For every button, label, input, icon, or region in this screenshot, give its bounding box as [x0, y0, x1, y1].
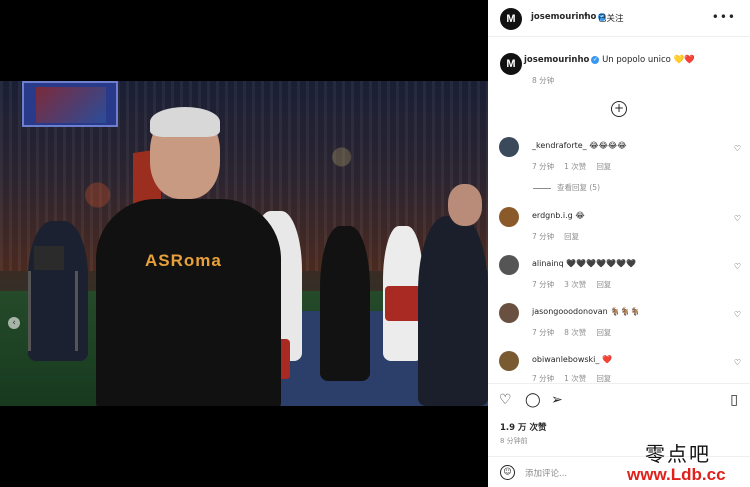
comment-body: 😂 [575, 211, 585, 220]
add-comment-input[interactable]: 添加评论... [525, 467, 567, 479]
comment-username[interactable]: erdgnb.i.g [532, 211, 573, 220]
comment-text: jasongooodonovan 🐐🐐🐐 [532, 307, 640, 316]
share-icon[interactable]: ➢ [551, 392, 563, 408]
comment-likes[interactable]: 1 次赞 [564, 162, 586, 171]
avatar[interactable] [499, 207, 519, 227]
comment-username[interactable]: obiwanlebowski_ [532, 355, 599, 364]
more-options-icon[interactable]: ••• [712, 10, 736, 24]
caption: josemourinho ✓ Un popolo unico 💛❤️ [524, 55, 695, 65]
reply-button[interactable]: 回复 [564, 232, 579, 241]
caption-username[interactable]: josemourinho [524, 55, 589, 65]
comment-text: obiwanlebowski_ ❤️ [532, 355, 612, 364]
watermark-line2: www.Ldb.cc [627, 465, 726, 484]
avatar[interactable]: M [500, 8, 522, 30]
verified-icon: ✓ [591, 55, 600, 64]
caption-body: Un popolo unico 💛❤️ [602, 55, 695, 65]
view-replies[interactable]: 查看回复 (5) [533, 182, 600, 193]
comment-text: alinainq 🖤🖤🖤🖤🖤🖤🖤 [532, 259, 636, 268]
heart-icon[interactable]: ♡ [734, 358, 741, 367]
reply-button[interactable]: 回复 [596, 374, 611, 383]
reply-button[interactable]: 回复 [596, 328, 611, 337]
comment-time: 7 分钟 [532, 232, 555, 241]
player-shorts [385, 286, 421, 321]
likes-count[interactable]: 1.9 万 次赞 [500, 421, 546, 433]
carousel-prev-icon[interactable]: ‹ [8, 317, 20, 329]
heart-icon[interactable]: ♡ [734, 144, 741, 153]
shirt-text: ASRoma [145, 251, 222, 270]
list-item: _kendraforte_ 😂😂😂😂 7 分钟 1 次赞 回复 ♡ [488, 137, 750, 177]
list-item: jasongooodonovan 🐐🐐🐐 7 分钟 8 次赞 回复 ♡ [488, 303, 750, 343]
comment-meta: 7 分钟 8 次赞 回复 [532, 327, 621, 338]
comment-body: 😂😂😂😂 [589, 141, 627, 150]
post-panel: M josemourinho ✓ • 已关注 ••• M josemourinho… [488, 0, 750, 487]
reply-button[interactable]: 回复 [596, 280, 611, 289]
coach-hair [150, 107, 220, 137]
bookmark-icon[interactable]: ▯ [730, 392, 738, 408]
staff-head [448, 184, 482, 226]
heart-icon[interactable]: ♡ [499, 392, 512, 408]
post-header: M josemourinho ✓ • 已关注 ••• [488, 0, 750, 37]
heart-icon[interactable]: ♡ [734, 262, 741, 271]
comment-username[interactable]: _kendraforte_ [532, 141, 587, 150]
comment-meta: 7 分钟 3 次赞 回复 [532, 279, 621, 290]
camera [34, 246, 64, 270]
post-photo[interactable]: ASRoma ‹ [0, 81, 488, 406]
comment-body: 🐐🐐🐐 [610, 307, 641, 316]
avatar[interactable] [499, 255, 519, 275]
avatar[interactable] [499, 303, 519, 323]
avatar[interactable] [499, 137, 519, 157]
scoreboard [22, 81, 118, 127]
username[interactable]: josemourinho ✓ [531, 12, 607, 22]
caption-avatar[interactable]: M [500, 53, 522, 75]
reply-button[interactable]: 回复 [596, 162, 611, 171]
coach [96, 199, 281, 406]
emoji-icon[interactable]: ☺ [500, 465, 515, 480]
staff-member [418, 216, 488, 406]
comment-meta: 7 分钟 回复 [532, 231, 589, 242]
list-item: erdgnb.i.g 😂 7 分钟 回复 ♡ [488, 207, 750, 247]
comment-body: ❤️ [601, 355, 612, 364]
view-replies-label[interactable]: 查看回复 (5) [557, 183, 600, 192]
comment-username[interactable]: alinainq [532, 259, 564, 268]
comment-time: 7 分钟 [532, 328, 555, 337]
caption-time: 8 分钟 [532, 76, 555, 85]
list-item: alinainq 🖤🖤🖤🖤🖤🖤🖤 7 分钟 3 次赞 回复 ♡ [488, 255, 750, 295]
comment-time: 7 分钟 [532, 374, 555, 383]
comment-icon[interactable]: ◯ [525, 392, 541, 408]
watermark-line1: 零点吧 [645, 442, 711, 466]
comment-text: _kendraforte_ 😂😂😂😂 [532, 141, 627, 150]
comment-likes[interactable]: 8 次赞 [564, 328, 586, 337]
comment-likes[interactable]: 1 次赞 [564, 374, 586, 383]
comment-time: 7 分钟 [532, 280, 555, 289]
comment-meta: 7 分钟 1 次赞 回复 [532, 161, 621, 172]
post-time: 8 分钟前 [500, 437, 528, 445]
tripod [28, 271, 78, 351]
media-viewer: ASRoma ‹ [0, 0, 488, 487]
following-button[interactable]: 已关注 [598, 12, 624, 24]
comment-username[interactable]: jasongooodonovan [532, 307, 608, 316]
heart-icon[interactable]: ♡ [734, 214, 741, 223]
avatar[interactable] [499, 351, 519, 371]
plus-circle-icon[interactable]: + [611, 101, 627, 117]
comment-likes[interactable]: 3 次赞 [564, 280, 586, 289]
watermark: 零点吧 www.Ldb.cc [625, 438, 745, 484]
comment-time: 7 分钟 [532, 162, 555, 171]
heart-icon[interactable]: ♡ [734, 310, 741, 319]
comment-body: 🖤🖤🖤🖤🖤🖤🖤 [566, 259, 636, 268]
player [320, 226, 370, 381]
comment-text: erdgnb.i.g 😂 [532, 211, 585, 220]
separator: • [583, 11, 589, 21]
